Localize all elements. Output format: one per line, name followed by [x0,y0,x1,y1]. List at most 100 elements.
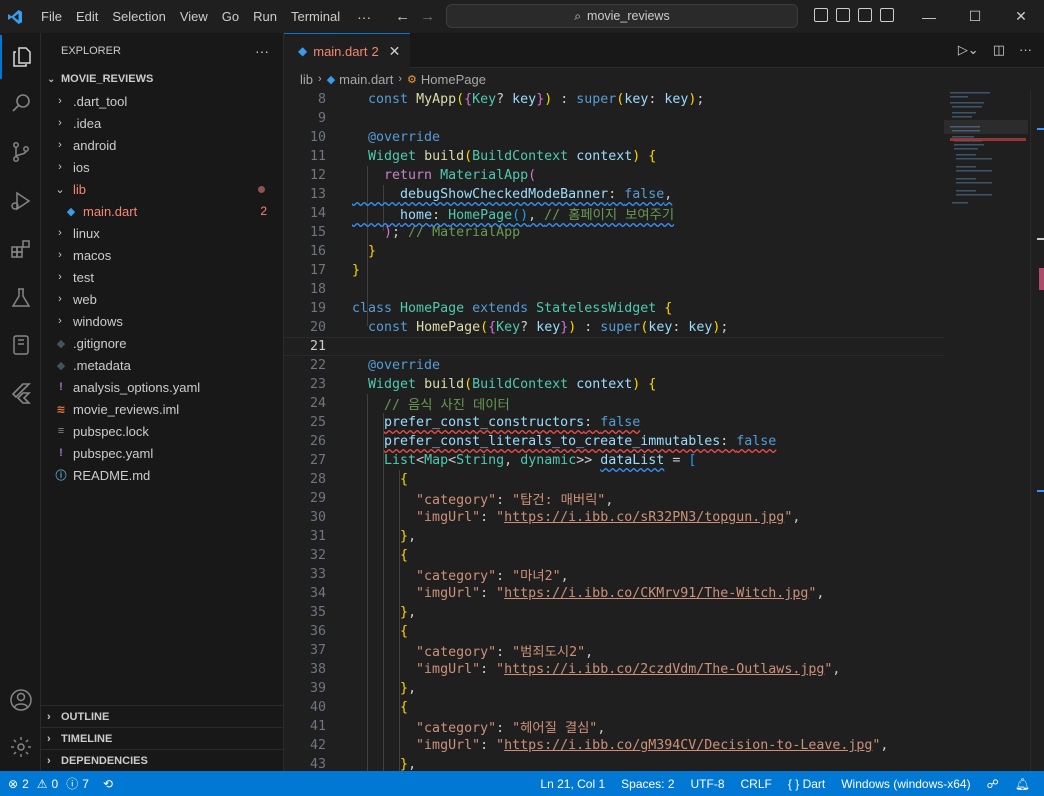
tree-item-readme-md[interactable]: ⓘ README.md [41,464,283,486]
indentation[interactable]: Spaces: 2 [621,777,674,791]
menu-terminal[interactable]: Terminal [284,0,347,33]
device-icon[interactable] [0,323,41,367]
minimap[interactable] [944,90,1028,771]
code-line[interactable]: 16 } [284,242,944,261]
code-editor[interactable]: 8 const MyApp({Key? key}) : super(key: k… [284,90,944,771]
code-line[interactable]: 11 Widget build(BuildContext context) { [284,147,944,166]
tree-item-windows[interactable]: › windows [41,310,283,332]
code-line[interactable]: 31 }, [284,527,944,546]
code-line[interactable]: 22 @override [284,356,944,375]
outline-section[interactable]: › OUTLINE [41,705,283,727]
menu-go[interactable]: Go [215,0,246,33]
menu-run[interactable]: Run [246,0,284,33]
tree-item-web[interactable]: › web [41,288,283,310]
testing-icon[interactable] [0,276,41,320]
device-selector[interactable]: Windows (windows-x64) [841,777,970,791]
tree-item-android[interactable]: › android [41,134,283,156]
code-line[interactable]: 33 "category": "마녀2", [284,565,944,584]
explorer-icon[interactable] [0,35,41,79]
menu-view[interactable]: View [173,0,215,33]
code-line[interactable]: 24 // 음식 사진 데이터 [284,394,944,413]
menu-selection[interactable]: Selection [105,0,172,33]
code-line[interactable]: 32 { [284,546,944,565]
image-url-link[interactable]: https://i.ibb.co/gM394CV/Decision-to-Lea… [504,738,872,753]
tree-item-dart-tool[interactable]: › .dart_tool [41,90,283,112]
editor-more-icon[interactable]: ··· [1019,42,1032,58]
run-icon[interactable]: ▷⌄ [958,42,979,58]
tree-item-ios[interactable]: › ios [41,156,283,178]
notifications-bell-icon[interactable]: 🔔︎ [1015,777,1030,791]
editor-scrollbar[interactable] [1030,90,1044,771]
code-line[interactable]: 41 "category": "헤어질 결심", [284,717,944,736]
code-line[interactable]: 12 return MaterialApp( [284,166,944,185]
code-line[interactable]: 43 }, [284,755,944,771]
tree-item-test[interactable]: › test [41,266,283,288]
toggle-primary-sidebar-icon[interactable] [814,8,828,22]
dependencies-section[interactable]: › DEPENDENCIES [41,749,283,771]
code-line[interactable]: 13 debugShowCheckedModeBanner: false, [284,185,944,204]
code-line[interactable]: 25 prefer_const_constructors: false [284,413,944,432]
image-url-link[interactable]: https://i.ibb.co/CKMrv91/The-Witch.jpg [504,586,808,601]
back-arrow-icon[interactable]: ← [395,8,410,25]
account-icon[interactable] [0,678,41,722]
run-debug-icon[interactable] [0,179,41,223]
code-line[interactable]: 30 "imgUrl": "https://i.ibb.co/sR32PN3/t… [284,508,944,527]
tree-item-metadata[interactable]: ◆ .metadata [41,354,283,376]
code-line[interactable]: 18 [284,280,944,299]
menu-file[interactable]: File [34,0,69,33]
close-window-icon[interactable]: ✕ [998,0,1044,33]
image-url-link[interactable]: https://i.ibb.co/2czdVdm/The-Outlaws.jpg [504,662,824,677]
code-line[interactable]: 37 "category": "범죄도시2", [284,641,944,660]
code-line[interactable]: 35 }, [284,603,944,622]
forward-arrow-icon[interactable]: → [420,8,435,25]
more-menu-icon[interactable]: ··· [347,9,381,25]
code-line[interactable]: 36 { [284,622,944,641]
code-line[interactable]: 20 const HomePage({Key? key}) : super(ke… [284,318,944,337]
code-line[interactable]: 8 const MyApp({Key? key}) : super(key: k… [284,90,944,109]
minimize-icon[interactable]: — [906,0,952,33]
toggle-secondary-sidebar-icon[interactable] [858,8,872,22]
code-line[interactable]: 19 class HomePage extends StatelessWidget… [284,299,944,318]
code-line[interactable]: 17} [284,261,944,280]
code-line[interactable]: 26 prefer_const_literals_to_create_immut… [284,432,944,451]
cursor-position[interactable]: Ln 21, Col 1 [540,777,605,791]
ports-icon[interactable]: ⟲ [103,777,113,791]
tree-item-idea[interactable]: › .idea [41,112,283,134]
code-line[interactable]: 14 home: HomePage(), // 홈페이지 보여주기 [284,204,944,223]
tree-item-linux[interactable]: › linux [41,222,283,244]
code-line[interactable]: 42 "imgUrl": "https://i.ibb.co/gM394CV/D… [284,736,944,755]
source-control-icon[interactable] [0,130,41,174]
search-view-icon[interactable] [0,81,41,125]
code-line[interactable]: 39 }, [284,679,944,698]
maximize-icon[interactable]: ☐ [952,0,998,33]
extensions-icon[interactable] [0,227,41,271]
code-line[interactable]: 34 "imgUrl": "https://i.ibb.co/CKMrv91/T… [284,584,944,603]
breadcrumb-file[interactable]: main.dart [339,72,393,87]
tree-item-lib[interactable]: ⌄ lib [41,178,283,200]
split-editor-icon[interactable]: ◫ [993,42,1005,58]
language-mode[interactable]: { } Dart [788,777,825,791]
code-line[interactable]: 23 Widget build(BuildContext context) { [284,375,944,394]
tree-item-movie-reviews-iml[interactable]: ≋ movie_reviews.iml [41,398,283,420]
encoding[interactable]: UTF-8 [691,777,725,791]
toggle-panel-icon[interactable] [836,8,850,22]
problems-indicator[interactable]: ⊗ 2 ⚠ 0 ⓘ 7 ⟲ [0,775,113,792]
code-line[interactable]: 38 "imgUrl": "https://i.ibb.co/2czdVdm/T… [284,660,944,679]
tab-main-dart[interactable]: ◆ main.dart 2 ✕ [284,33,410,68]
code-line[interactable]: 9 [284,109,944,128]
close-tab-icon[interactable]: ✕ [389,43,401,60]
line-endings[interactable]: CRLF [741,777,772,791]
tree-item-macos[interactable]: › macos [41,244,283,266]
tree-item-main-dart[interactable]: ◆ main.dart 2 [41,200,283,222]
code-line[interactable]: 10 @override [284,128,944,147]
code-line[interactable]: 15 ); // MaterialApp [284,223,944,242]
tree-item-gitignore[interactable]: ◆ .gitignore [41,332,283,354]
settings-gear-icon[interactable] [0,725,41,769]
command-center-search[interactable]: ⌕ movie_reviews [446,4,798,28]
tree-item-analysis-options-yaml[interactable]: ! analysis_options.yaml [41,376,283,398]
timeline-section[interactable]: › TIMELINE [41,727,283,749]
flutter-icon[interactable] [0,371,41,415]
project-folder-header[interactable]: ⌄ MOVIE_REVIEWS [41,68,283,90]
image-url-link[interactable]: https://i.ibb.co/sR32PN3/topgun.jpg [504,510,784,525]
code-line[interactable]: 29 "category": "탑건: 매버릭", [284,489,944,508]
